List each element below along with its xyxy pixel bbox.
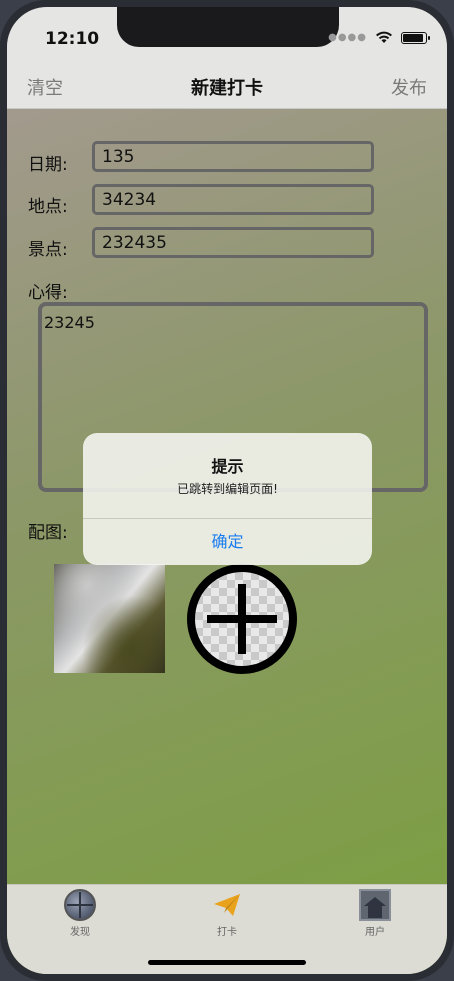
signal-icon: ●●●● xyxy=(328,32,367,43)
house-icon xyxy=(359,889,391,921)
place-input[interactable]: 34234 xyxy=(92,184,374,215)
tab-label: 用户 xyxy=(365,927,385,938)
tab-discover[interactable]: 发现 xyxy=(40,889,120,938)
paper-plane-icon xyxy=(211,889,243,921)
page-title: 新建打卡 xyxy=(191,78,263,99)
date-input[interactable]: 135 xyxy=(92,141,374,172)
battery-icon xyxy=(401,31,430,44)
attached-photo[interactable] xyxy=(54,564,165,673)
tab-checkin[interactable]: 打卡 xyxy=(187,889,267,938)
home-indicator xyxy=(148,960,306,965)
images-label: 配图: xyxy=(28,523,68,543)
publish-button[interactable]: 发布 xyxy=(391,74,427,100)
status-time: 12:10 xyxy=(45,29,100,49)
scenic-label: 景点: xyxy=(28,240,68,260)
status-bar: 12:10 ●●●● xyxy=(7,7,447,63)
notes-label: 心得: xyxy=(28,283,68,303)
wifi-icon xyxy=(376,31,392,43)
screen: 12:10 ●●●● 清空 新建打卡 发布 日期: 135 地点: 34234 … xyxy=(7,7,447,974)
scenic-input[interactable]: 232435 xyxy=(92,227,374,258)
navigation-bar: 清空 新建打卡 发布 xyxy=(7,63,447,109)
alert-message: 已跳转到编辑页面! xyxy=(177,482,278,496)
alert-title: 提示 xyxy=(211,457,244,476)
tab-label: 发现 xyxy=(70,927,90,938)
tab-label: 打卡 xyxy=(217,927,237,938)
place-label: 地点: xyxy=(28,197,68,217)
status-icons: ●●●● xyxy=(328,31,430,44)
globe-icon xyxy=(64,889,96,921)
phone-frame: 12:10 ●●●● 清空 新建打卡 发布 日期: 135 地点: 34234 … xyxy=(0,0,454,981)
confirm-button[interactable]: 确定 xyxy=(83,519,372,565)
date-label: 日期: xyxy=(28,155,68,175)
notch xyxy=(117,7,339,47)
add-image-button[interactable] xyxy=(187,564,297,674)
tab-user[interactable]: 用户 xyxy=(335,889,415,938)
alert-dialog: 提示 已跳转到编辑页面! 确定 xyxy=(83,433,372,565)
